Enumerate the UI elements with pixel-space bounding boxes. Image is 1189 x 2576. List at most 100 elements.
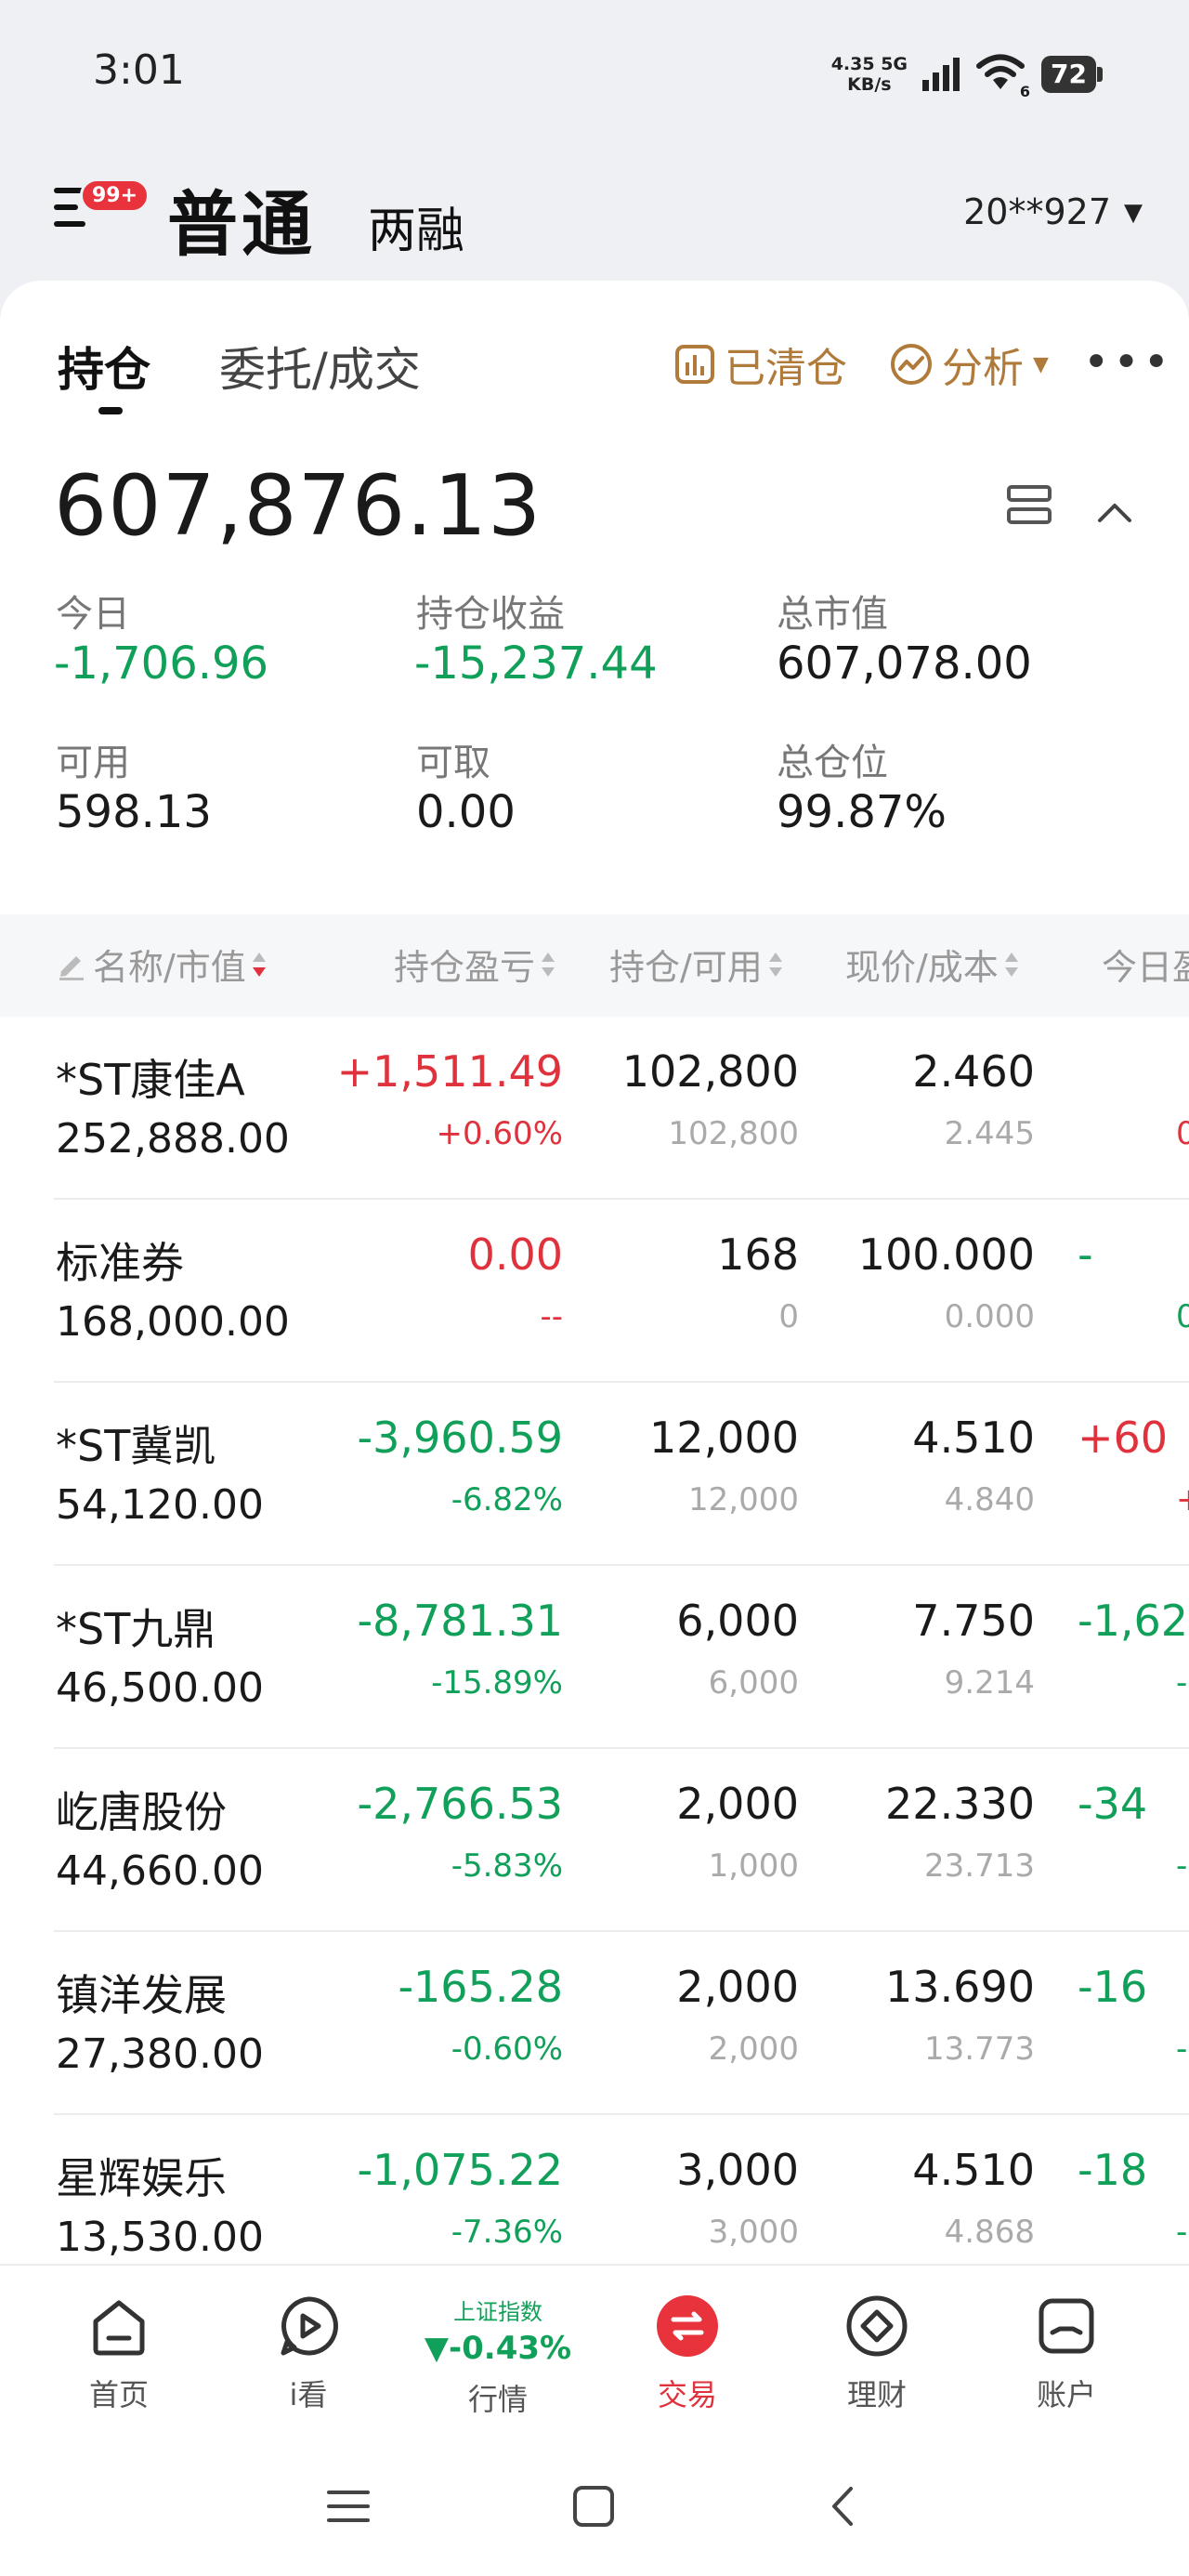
position-pl-pct: -15.89% [431,1664,563,1702]
column-pl[interactable]: 持仓盈亏 [394,939,555,990]
wifi-number: 6 [1019,83,1031,100]
column-name[interactable]: 名称/市值 [56,939,267,990]
nav-watch[interactable]: i看 [234,2293,383,2414]
cost-price: 13.773 [924,2031,1035,2068]
current-price: 7.750 [912,1596,1035,1646]
home-button-icon[interactable] [572,2485,615,2528]
chevron-down-icon: ▼ [1124,199,1143,227]
account-type-normal[interactable]: 普通 [167,167,316,269]
today-pl: -1,62 [1078,1596,1189,1646]
nav-home[interactable]: 首页 [45,2293,193,2414]
holding-qty: 12,000 [649,1413,799,1463]
sort-icon [1004,951,1019,979]
column-today[interactable]: 今日盈 [1102,939,1189,990]
network-speed: 4.35 5G KB/s [830,54,908,95]
position-pl-pct: -6.82% [451,1481,563,1518]
stock-name: 星辉娱乐 [56,2153,227,2203]
status-time: 3:01 [93,46,185,94]
current-price: 13.690 [885,1962,1035,2012]
total-assets-value: 607,876.13 [54,457,542,555]
today-pl: -16 [1078,1962,1148,2012]
market-value: 13,530.00 [56,2214,264,2261]
cost-price: 4.840 [944,1481,1035,1518]
table-row[interactable]: *ST冀凯 54,120.00 -3,960.59 -6.82% 12,000 12,00… [0,1383,1189,1566]
available-qty: 2,000 [708,2031,799,2068]
stat-label-withdrawable: 可取 [416,742,490,784]
available-qty: 1,000 [708,1847,799,1885]
more-icon[interactable]: ••• [1083,336,1173,388]
position-pl-pct: +0.60% [436,1115,564,1152]
analysis-label: 分析 [942,345,1024,392]
sort-icon [541,951,555,979]
position-pl: 0.00 [467,1229,563,1280]
tab-holdings[interactable]: 持仓 [58,333,150,414]
today-pl: -18 [1078,2145,1148,2195]
table-row[interactable]: 镇洋发展 27,380.00 -165.28 -0.60% 2,000 2,000 13.6… [0,1932,1189,2115]
layout-toggle-icon[interactable] [1007,485,1052,528]
position-pl-pct: -7.36% [451,2214,563,2251]
table-row[interactable]: *ST康佳A 252,888.00 +1,511.49 +0.60% 102,800 10… [0,1017,1189,1200]
column-price[interactable]: 现价/成本 [845,939,1019,990]
holding-qty: 2,000 [676,1779,799,1829]
cost-price: 2.445 [944,1115,1035,1152]
position-pl: -1,075.22 [357,2145,563,2195]
recents-icon[interactable] [327,2485,370,2528]
stat-label-holding-pl: 持仓收益 [416,593,565,636]
cost-price: 4.868 [944,2214,1035,2251]
today-pl-pct: -1 [1176,2214,1189,2251]
market-value: 54,120.00 [56,1481,264,1529]
stat-label-market-value: 总市值 [777,593,888,636]
position-pl: -3,960.59 [357,1413,563,1463]
analysis-icon [891,344,932,385]
stock-name: *ST康佳A [56,1055,245,1105]
today-pl: +60 [1078,1413,1169,1463]
nav-wealth[interactable]: 理财 [803,2293,951,2414]
available-qty: 6,000 [708,1664,799,1702]
market-value: 44,660.00 [56,1847,264,1895]
system-nav [0,2450,1189,2576]
bottom-nav: 首页 i看 上证指数 ▼-0.43% 行情 交易 理财 账户 [0,2264,1189,2450]
cleared-positions-button[interactable]: 已清仓 [674,335,847,394]
wealth-icon [846,2295,908,2357]
today-pl: - [1078,1229,1093,1280]
current-price: 22.330 [885,1779,1035,1829]
cleared-label: 已清仓 [725,345,847,392]
cost-price: 23.713 [924,1847,1035,1885]
battery-indicator: 72 [1041,56,1103,93]
table-row[interactable]: *ST九鼎 46,500.00 -8,781.31 -15.89% 6,000 6,000… [0,1566,1189,1749]
stat-value-today: -1,706.96 [54,637,269,690]
stock-name: *ST九鼎 [56,1604,216,1654]
table-row[interactable]: 标准券 168,000.00 0.00 -- 168 0 100.000 0.000 - 0 [0,1200,1189,1383]
stat-label-today: 今日 [56,593,130,636]
account-type-margin[interactable]: 两融 [368,191,464,261]
today-pl-pct: -0 [1176,1847,1189,1885]
nav-account[interactable]: 账户 [992,2293,1141,2414]
position-pl-pct: -- [540,1298,563,1335]
table-row[interactable]: 屹唐股份 44,660.00 -2,766.53 -5.83% 2,000 1,000 22… [0,1749,1189,1932]
current-price: 4.510 [912,1413,1035,1463]
tab-orders[interactable]: 委托/成交 [219,333,421,400]
chevron-up-icon[interactable] [1096,494,1133,532]
account-selector[interactable]: 20**927 ▼ [963,191,1143,232]
available-qty: 3,000 [708,2214,799,2251]
holding-qty: 3,000 [676,2145,799,2195]
table-row[interactable]: 星辉娱乐 13,530.00 -1,075.22 -7.36% 3,000 3,000 4.… [0,2115,1189,2269]
index-change: ▼-0.43% [424,2330,572,2367]
stock-name: 屹唐股份 [56,1787,227,1837]
position-pl: -8,781.31 [357,1596,563,1646]
position-pl-pct: -0.60% [451,2031,563,2068]
nav-trade[interactable]: 交易 [613,2293,762,2414]
bar-chart-icon [675,345,714,384]
market-value: 168,000.00 [56,1298,290,1346]
account-icon [1039,2298,1094,2354]
position-pl-pct: -5.83% [451,1847,563,1885]
position-pl: -165.28 [398,1962,563,2012]
back-icon[interactable] [821,2485,864,2528]
stat-value-position-ratio: 99.87% [777,786,947,838]
analysis-button[interactable]: 分析 ▼ [890,335,1049,394]
stock-name: 镇洋发展 [56,1970,227,2020]
column-qty[interactable]: 持仓/可用 [609,939,783,990]
cost-price: 9.214 [944,1664,1035,1702]
stat-value-available: 598.13 [56,786,212,838]
nav-market[interactable]: 上证指数 ▼-0.43% 行情 [424,2290,572,2419]
